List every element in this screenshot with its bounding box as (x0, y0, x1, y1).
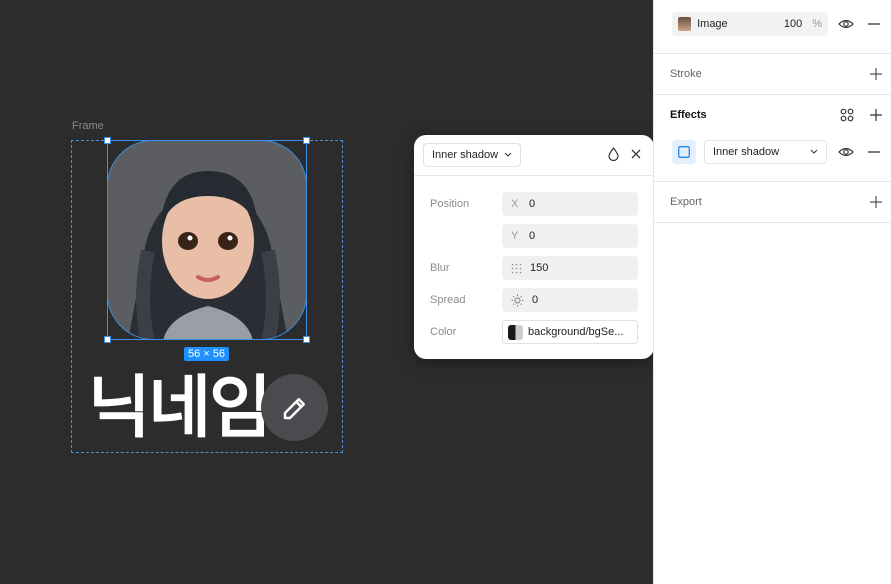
add-export-icon[interactable] (870, 196, 882, 208)
color-swatch[interactable] (508, 324, 523, 340)
remove-fill-icon[interactable] (868, 22, 880, 26)
stroke-title: Stroke (670, 68, 702, 80)
y-input[interactable]: Y0 (502, 224, 638, 248)
effect-styles-icon[interactable] (840, 108, 854, 122)
color-label: Color (430, 326, 457, 338)
fill-row[interactable]: Image 100 % (672, 12, 828, 36)
position-label: Position (430, 198, 470, 210)
effect-type-label: Inner shadow (713, 146, 780, 158)
frame-label[interactable]: Frame (72, 120, 104, 132)
effect-settings-popup: Inner shadow Position X0 Y0 Blur 150 Spr… (414, 135, 654, 359)
y-prefix: Y (511, 230, 519, 242)
effects-title: Effects (670, 109, 707, 121)
resize-handle-top-right[interactable] (303, 137, 310, 144)
remove-effect-icon[interactable] (868, 150, 880, 154)
drop-icon[interactable] (607, 147, 620, 161)
export-section: Export (654, 182, 891, 223)
spread-icon (511, 294, 524, 306)
color-input[interactable]: background/bgSe... (502, 320, 638, 344)
spread-input[interactable]: 0 (502, 288, 638, 312)
spread-value: 0 (532, 294, 539, 306)
nickname-text[interactable]: 닉네임 (88, 368, 272, 448)
image-thumbnail-icon (678, 17, 692, 31)
effect-type-value: Inner shadow (432, 149, 499, 161)
blur-input[interactable]: 150 (502, 256, 638, 280)
chevron-down-icon (810, 149, 818, 154)
effect-toggle[interactable] (672, 140, 696, 164)
pencil-icon (283, 397, 305, 419)
blur-value: 150 (530, 262, 549, 274)
blur-label: Blur (430, 262, 450, 274)
resize-handle-bottom-right[interactable] (303, 336, 310, 343)
inner-shadow-icon (678, 146, 690, 158)
x-value: 0 (529, 198, 536, 210)
resize-handle-bottom-left[interactable] (104, 336, 111, 343)
fill-section: Image 100 % (654, 0, 891, 54)
edit-nickname-button[interactable] (261, 374, 328, 441)
close-icon[interactable] (630, 148, 642, 160)
eye-icon[interactable] (838, 144, 854, 160)
x-input[interactable]: X0 (502, 192, 638, 216)
x-prefix: X (511, 198, 519, 210)
export-title: Export (670, 196, 702, 208)
blur-icon (511, 263, 522, 273)
avatar-image[interactable] (107, 140, 307, 340)
color-value: background/bgSe... (528, 326, 624, 338)
spread-label: Spread (430, 294, 466, 306)
stroke-section: Stroke (654, 54, 891, 95)
y-value: 0 (529, 230, 536, 242)
add-effect-icon[interactable] (870, 109, 882, 121)
add-stroke-icon[interactable] (870, 68, 882, 80)
resize-handle-top-left[interactable] (104, 137, 111, 144)
effect-type-dropdown[interactable]: Inner shadow (423, 143, 522, 167)
properties-panel: Image 100 % Stroke Effects Inner shadow … (653, 0, 891, 584)
chevron-down-icon (504, 152, 512, 157)
fill-opacity-unit: % (812, 18, 822, 30)
girl-portrait-icon (108, 141, 306, 339)
effects-section: Effects Inner shadow (654, 95, 891, 182)
design-canvas[interactable]: Frame 56 × 56 닉네임 Inner shadow Position … (0, 0, 654, 584)
size-badge: 56 × 56 (184, 347, 230, 361)
effect-type-select[interactable]: Inner shadow (704, 140, 827, 164)
fill-opacity[interactable]: 100 (778, 18, 802, 30)
fill-label: Image (697, 18, 728, 30)
eye-icon[interactable] (838, 16, 854, 32)
